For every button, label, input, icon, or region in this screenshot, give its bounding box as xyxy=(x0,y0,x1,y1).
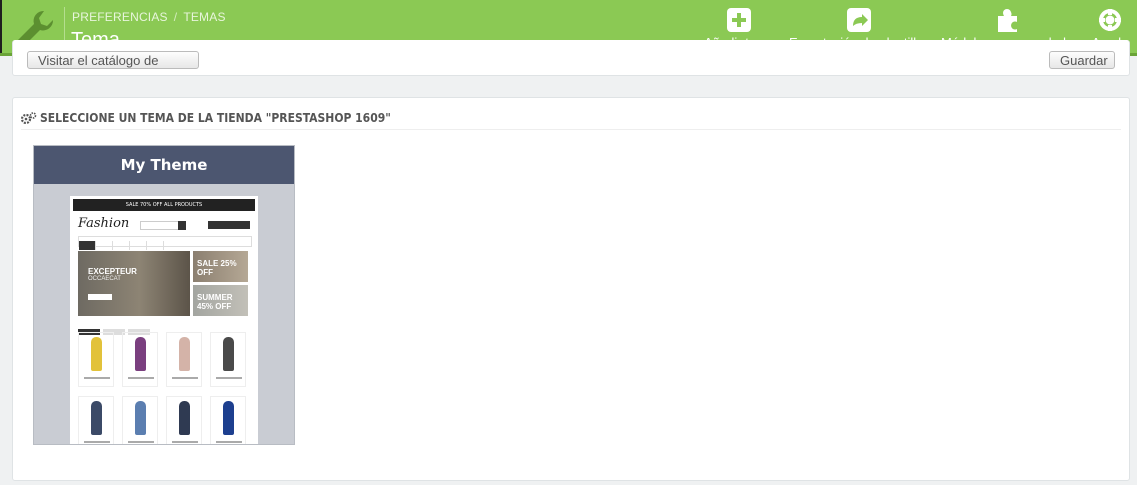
preview-product xyxy=(210,396,246,444)
preview-promo-2: SUMMER 45% OFF xyxy=(193,285,248,316)
theme-catalog-panel: Visitar el catálogo de temas Guardar xyxy=(12,40,1130,76)
breadcrumb-separator: / xyxy=(173,10,178,24)
preview-product xyxy=(210,332,246,387)
preview-product xyxy=(78,332,114,387)
panel-heading: SELECCIONE UN TEMA DE LA TIENDA "PRESTAS… xyxy=(21,106,1121,130)
preview-logo: Fashion xyxy=(78,216,130,231)
preview-product xyxy=(166,332,202,387)
preview-promo-1-text: SALE 25% OFF xyxy=(197,259,237,277)
preview-product xyxy=(78,396,114,444)
preview-product xyxy=(166,396,202,444)
preview-promo-2-text: SUMMER 45% OFF xyxy=(197,293,233,311)
theme-card[interactable]: My Theme SALE 70% OFF ALL PRODUCTS Fashi… xyxy=(33,145,295,445)
preview-sale-banner: SALE 70% OFF ALL PRODUCTS xyxy=(73,199,255,211)
select-theme-panel: SELECCIONE UN TEMA DE LA TIENDA "PRESTAS… xyxy=(12,97,1130,481)
preview-cart xyxy=(208,221,250,229)
theme-preview-image[interactable]: SALE 70% OFF ALL PRODUCTS Fashion EXCEPT… xyxy=(70,196,258,444)
cogs-icon xyxy=(21,111,37,124)
preview-product-tabs xyxy=(78,322,250,335)
puzzle-icon xyxy=(998,9,1018,32)
breadcrumb-temas[interactable]: TEMAS xyxy=(183,10,225,24)
window-edge xyxy=(0,0,2,53)
visit-theme-catalog-button[interactable]: Visitar el catálogo de temas xyxy=(27,51,199,69)
preview-search-button xyxy=(178,221,186,230)
breadcrumb-preferencias[interactable]: PREFERENCIAS xyxy=(72,10,168,24)
preview-nav xyxy=(78,236,252,250)
preview-hero-slide: EXCEPTEUR OCCAECAT xyxy=(78,251,190,316)
life-ring-icon xyxy=(1099,9,1121,31)
preview-shop-now xyxy=(88,294,112,300)
plus-square-icon xyxy=(727,8,752,32)
preview-search-box xyxy=(140,221,182,230)
preview-promo-1: SALE 25% OFF xyxy=(193,251,248,282)
save-button[interactable]: Guardar xyxy=(1049,51,1115,69)
preview-product xyxy=(122,396,158,444)
preview-hero-subtitle: OCCAECAT xyxy=(88,276,121,282)
preview-hero-title: EXCEPTEUR xyxy=(88,267,137,276)
panel-heading-text: SELECCIONE UN TEMA DE LA TIENDA "PRESTAS… xyxy=(40,110,391,125)
share-square-icon xyxy=(847,8,872,32)
preview-product xyxy=(122,332,158,387)
theme-name: My Theme xyxy=(34,146,294,184)
breadcrumb: PREFERENCIAS / TEMAS xyxy=(72,10,226,24)
